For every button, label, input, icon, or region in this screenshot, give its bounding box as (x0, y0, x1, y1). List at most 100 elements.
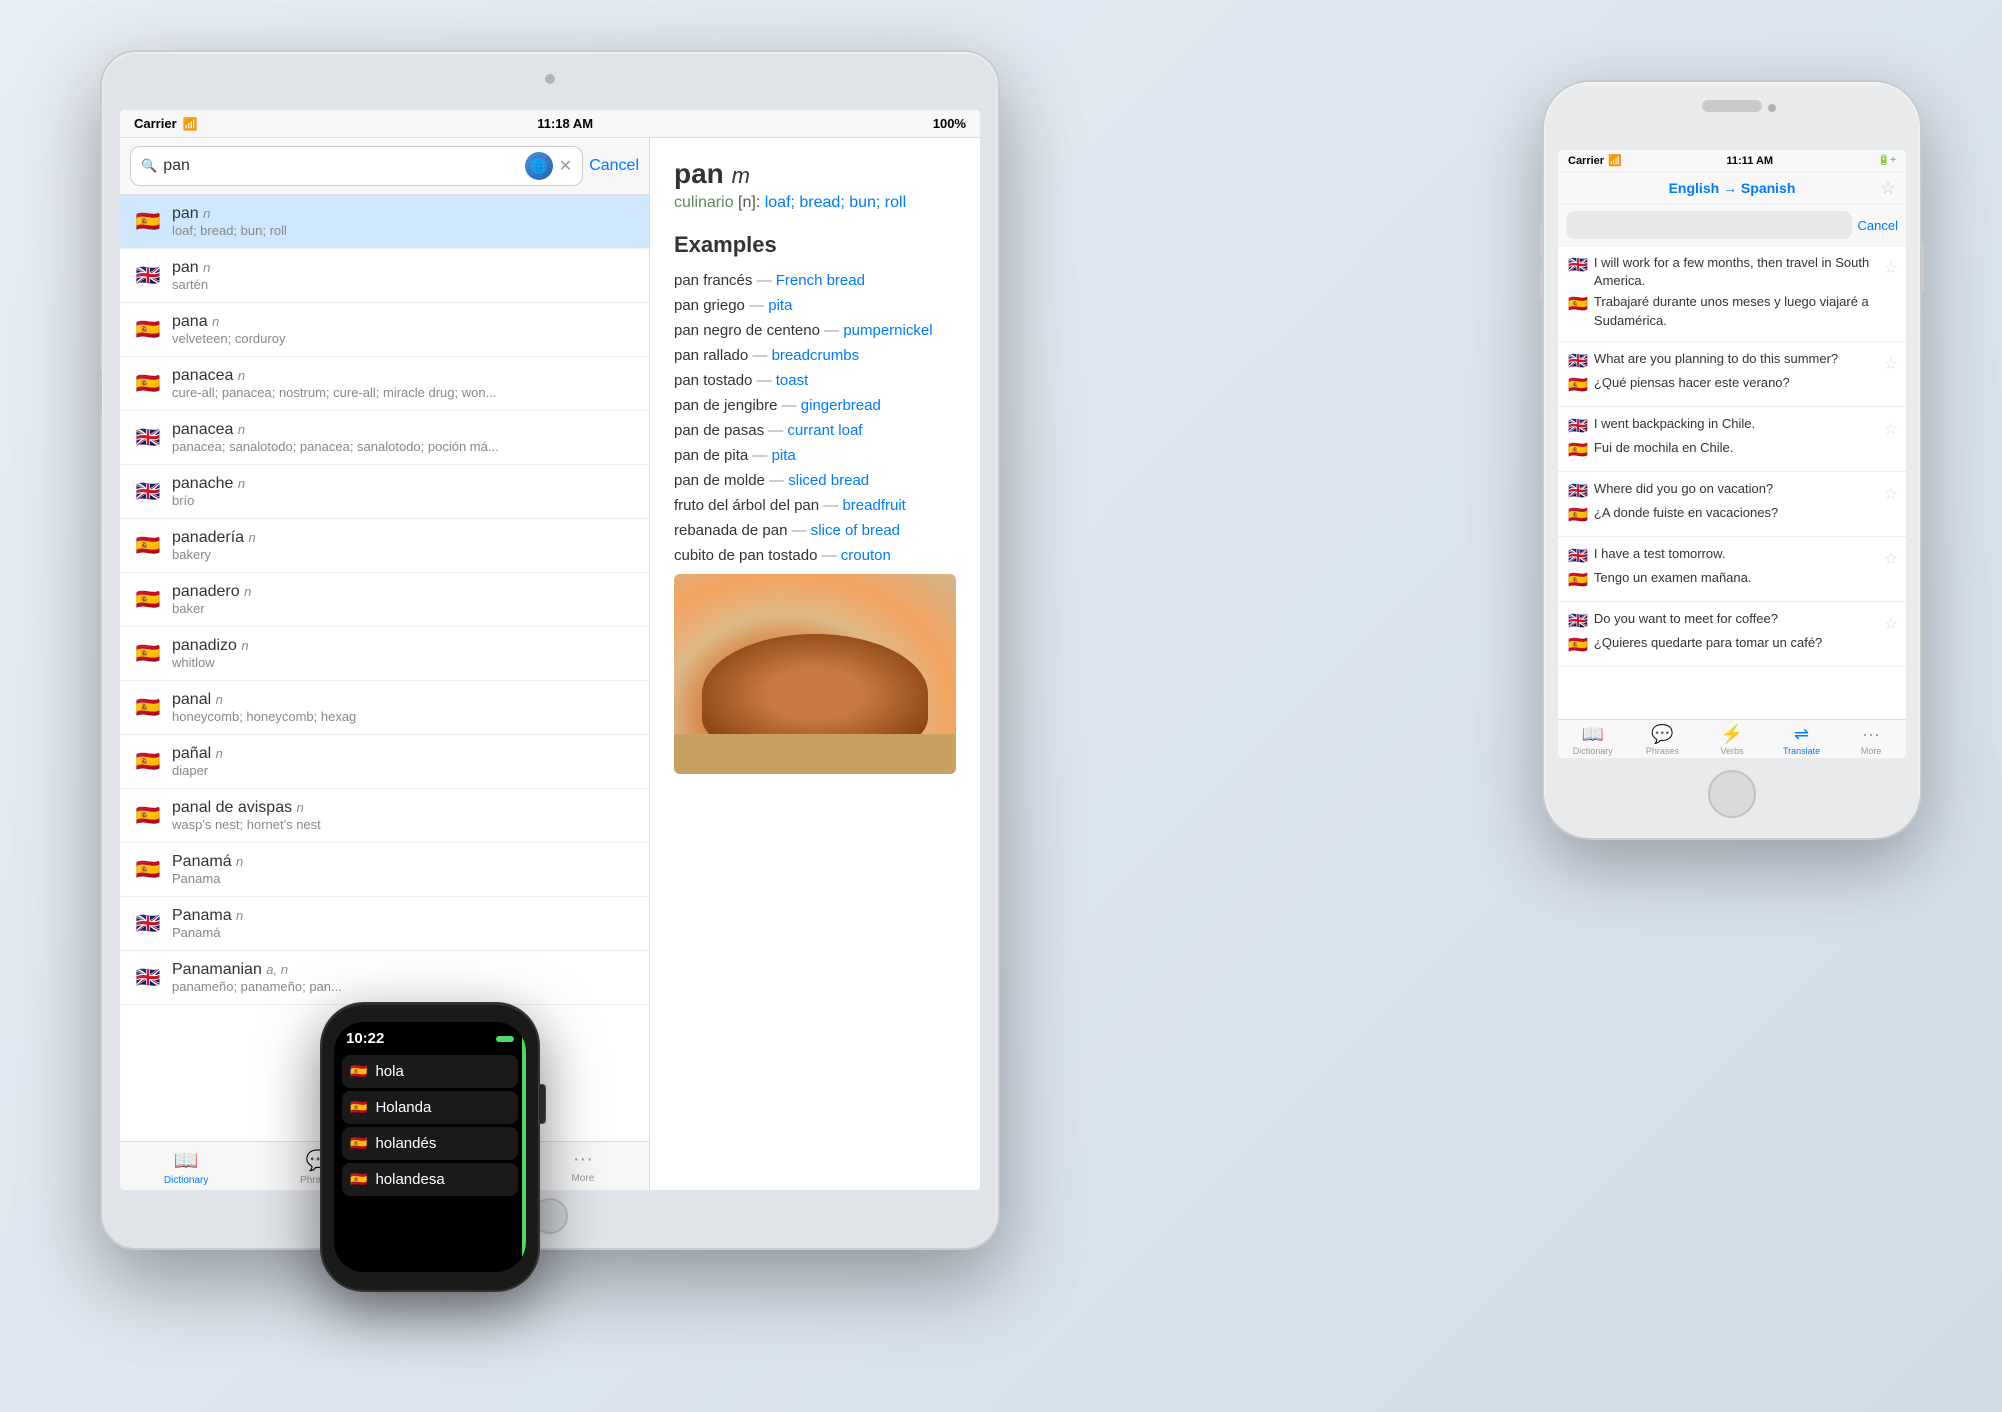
result-definition: wasp's nest; hornet's nest (172, 817, 635, 832)
watch-flag: 🇪🇸 (350, 1135, 367, 1152)
cancel-button[interactable]: Cancel (589, 157, 639, 175)
iphone-tab-phrases[interactable]: 💬 Phrases (1628, 724, 1698, 756)
watch-crown[interactable] (538, 1084, 546, 1124)
phrase-favorite-button[interactable]: ☆ (1884, 484, 1898, 504)
result-item[interactable]: 🇬🇧 Panamanian a, n panameño; panameño; p… (120, 951, 649, 1005)
phrase-pair[interactable]: 🇬🇧 Where did you go on vacation? 🇪🇸 ¿A d… (1558, 472, 1906, 537)
result-text: panal de avispas n wasp's nest; hornet's… (172, 799, 635, 832)
result-item[interactable]: 🇪🇸 panadería n bakery (120, 519, 649, 573)
result-text: Panama n Panamá (172, 907, 635, 940)
def-pos: m (732, 163, 750, 188)
example-en: slice of bread (811, 522, 900, 539)
watch-battery (496, 1036, 514, 1042)
phrase-spanish-line: 🇪🇸 ¿Quieres quedarte para tomar un café? (1568, 634, 1896, 655)
result-item[interactable]: 🇪🇸 pana n velveteen; corduroy (120, 303, 649, 357)
result-item[interactable]: 🇪🇸 panadizo n whitlow (120, 627, 649, 681)
iphone-favorite-button[interactable]: ☆ (1880, 178, 1896, 199)
phrase-pair[interactable]: 🇬🇧 I will work for a few months, then tr… (1558, 246, 1906, 342)
iphone-tab-icon-dictionary: 📖 (1582, 724, 1604, 745)
globe-button[interactable]: 🌐 (525, 152, 553, 180)
phrase-english-text: Where did you go on vacation? (1594, 480, 1773, 498)
result-item[interactable]: 🇪🇸 panadero n baker (120, 573, 649, 627)
result-item[interactable]: 🇪🇸 panal de avispas n wasp's nest; horne… (120, 789, 649, 843)
watch-list-item[interactable]: 🇪🇸 hola (342, 1055, 518, 1088)
iphone-camera (1702, 100, 1762, 112)
flag-icon: 🇬🇧 (134, 910, 162, 938)
iphone-tab-more[interactable]: ··· More (1836, 724, 1906, 756)
time-label: 11:18 AM (537, 116, 593, 131)
example-en: French bread (776, 272, 865, 289)
phrase-pair[interactable]: 🇬🇧 I have a test tomorrow. 🇪🇸 Tengo un e… (1558, 537, 1906, 602)
iphone-search-input[interactable] (1566, 211, 1852, 239)
iphone-power-button[interactable] (1920, 242, 1924, 292)
result-text: panache n brío (172, 475, 635, 508)
result-definition: loaf; bread; bun; roll (172, 223, 635, 238)
phrase-favorite-button[interactable]: ☆ (1884, 354, 1898, 374)
result-item[interactable]: 🇬🇧 panache n brío (120, 465, 649, 519)
flag-icon: 🇬🇧 (134, 478, 162, 506)
iphone-cancel-button[interactable]: Cancel (1858, 211, 1898, 239)
iphone-phrases-list: 🇬🇧 I will work for a few months, then tr… (1558, 246, 1906, 719)
flag-es: 🇪🇸 (1568, 440, 1588, 460)
iphone-nav-bar: English → Spanish ☆ (1558, 172, 1906, 205)
phrase-pair[interactable]: 🇬🇧 What are you planning to do this summ… (1558, 342, 1906, 407)
result-item[interactable]: 🇪🇸 pañal n diaper (120, 735, 649, 789)
example-en: crouton (841, 547, 891, 564)
result-item[interactable]: 🇪🇸 pan n loaf; bread; bun; roll (120, 195, 649, 249)
tab-label-dictionary: Dictionary (164, 1175, 208, 1186)
result-item[interactable]: 🇪🇸 panacea n cure-all; panacea; nostrum;… (120, 357, 649, 411)
flag-icon: 🇪🇸 (134, 640, 162, 668)
phrase-spanish-text: ¿Quieres quedarte para tomar un café? (1594, 634, 1822, 652)
result-word: panal de avispas n (172, 799, 635, 817)
right-panel: pan m culinario [n]: loaf; bread; bun; r… (650, 138, 980, 1190)
phrase-spanish-line: 🇪🇸 Fui de mochila en Chile. (1568, 439, 1896, 460)
iphone-tab-dictionary[interactable]: 📖 Dictionary (1558, 724, 1628, 756)
result-item[interactable]: 🇬🇧 Panama n Panamá (120, 897, 649, 951)
ipad-tab-dictionary[interactable]: 📖 Dictionary (120, 1148, 252, 1186)
iphone-volume-up-button[interactable] (1540, 222, 1544, 256)
phrase-spanish-text: Tengo un examen mañana. (1594, 569, 1752, 587)
watch-list-item[interactable]: 🇪🇸 holandés (342, 1127, 518, 1160)
phrase-favorite-button[interactable]: ☆ (1884, 258, 1898, 278)
result-text: Panamá n Panama (172, 853, 635, 886)
watch-list-item[interactable]: 🇪🇸 holandesa (342, 1163, 518, 1196)
result-text: panacea n cure-all; panacea; nostrum; cu… (172, 367, 635, 400)
result-text: panadería n bakery (172, 529, 635, 562)
results-list: 🇪🇸 pan n loaf; bread; bun; roll 🇬🇧 pan n… (120, 195, 649, 1141)
phrase-english-line: 🇬🇧 I went backpacking in Chile. (1568, 415, 1896, 436)
iphone-tab-translate[interactable]: ⇌ Translate (1767, 724, 1837, 756)
phrase-favorite-button[interactable]: ☆ (1884, 614, 1898, 634)
phrase-pair[interactable]: 🇬🇧 Do you want to meet for coffee? 🇪🇸 ¿Q… (1558, 602, 1906, 667)
result-definition: brío (172, 493, 635, 508)
flag-gb: 🇬🇧 (1568, 481, 1588, 501)
result-definition: cure-all; panacea; nostrum; cure-all; mi… (172, 385, 635, 400)
flag-es: 🇪🇸 (1568, 505, 1588, 525)
flag-es: 🇪🇸 (1568, 375, 1588, 395)
iphone-volume-down-button[interactable] (1540, 266, 1544, 300)
example-item: pan griego — pita (674, 297, 956, 314)
phrase-favorite-button[interactable]: ☆ (1884, 549, 1898, 569)
iphone-wifi-icon: 📶 (1608, 154, 1622, 167)
example-en: breadfruit (842, 497, 905, 514)
phrase-spanish-line: 🇪🇸 Trabajaré durante unos meses y luego … (1568, 293, 1896, 329)
result-item[interactable]: 🇪🇸 Panamá n Panama (120, 843, 649, 897)
phrase-pair[interactable]: 🇬🇧 I went backpacking in Chile. 🇪🇸 Fui d… (1558, 407, 1906, 472)
result-item[interactable]: 🇪🇸 panal n honeycomb; honeycomb; hexag (120, 681, 649, 735)
result-item[interactable]: 🇬🇧 panacea n panacea; sanalotodo; panace… (120, 411, 649, 465)
search-input[interactable]: pan (163, 157, 519, 175)
result-item[interactable]: 🇬🇧 pan n sartén (120, 249, 649, 303)
example-en: pumpernickel (843, 322, 932, 339)
result-word: pana n (172, 313, 635, 331)
def-label: culinario (674, 194, 738, 211)
ipad-content-area: 🔍 pan 🌐 ✕ Cancel 🇪🇸 pan n loaf; bread; b… (120, 138, 980, 1190)
carrier-label: Carrier (134, 116, 177, 131)
example-en: toast (776, 372, 809, 389)
clear-button[interactable]: ✕ (559, 156, 572, 176)
search-input-wrap[interactable]: 🔍 pan 🌐 ✕ (130, 146, 583, 186)
iphone-home-button[interactable] (1708, 770, 1756, 818)
phrase-favorite-button[interactable]: ☆ (1884, 419, 1898, 439)
watch-list-item[interactable]: 🇪🇸 Holanda (342, 1091, 518, 1124)
result-definition: sartén (172, 277, 635, 292)
iphone-tab-verbs[interactable]: ⚡ Verbs (1697, 724, 1767, 756)
example-sp: pan de molde (674, 472, 765, 489)
